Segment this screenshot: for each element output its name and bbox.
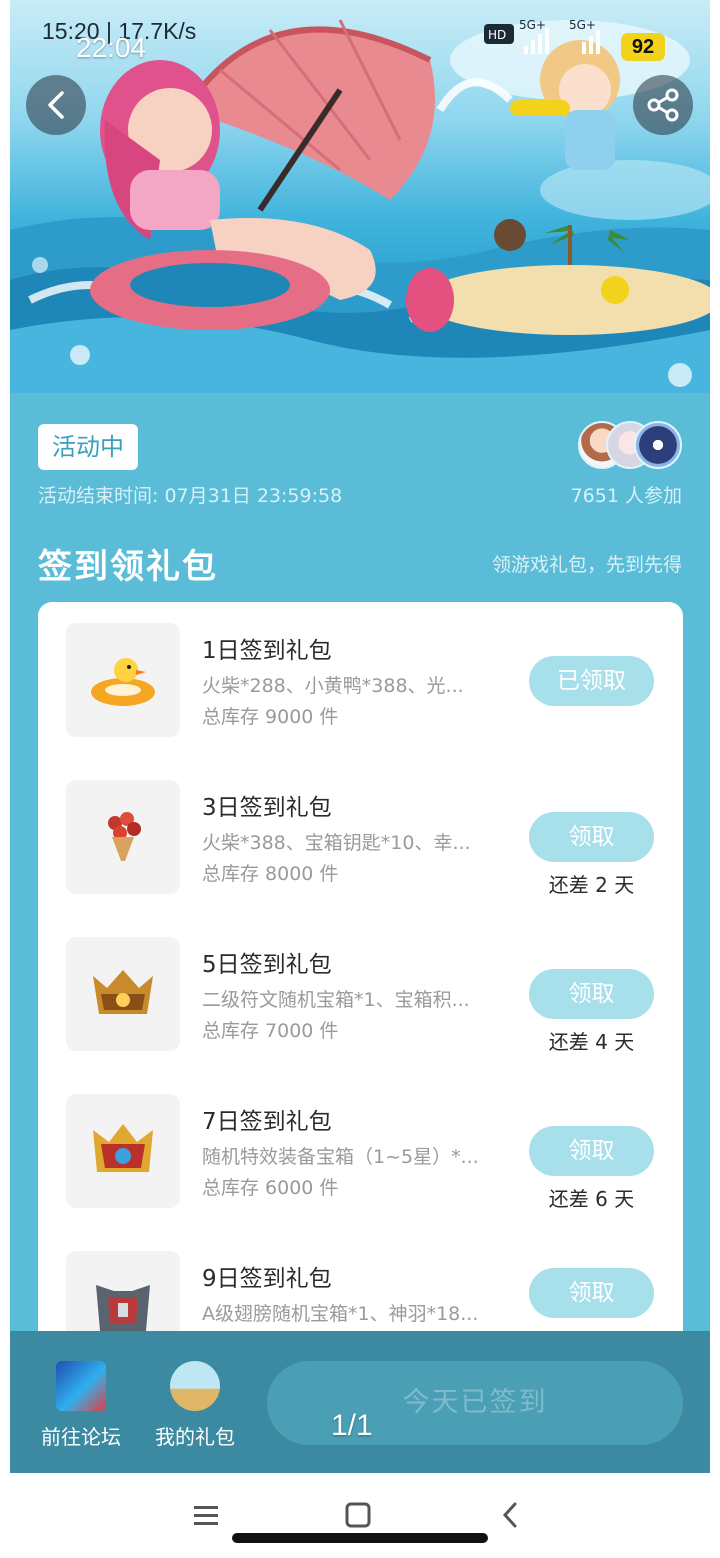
clock-overlay: 22:04 <box>76 32 147 63</box>
armor-chest-icon <box>96 1285 150 1331</box>
days-remaining: 还差 6 天 <box>548 1187 635 1211</box>
days-remaining: 还差 2 天 <box>548 873 635 897</box>
gift-thumbnail <box>66 780 180 894</box>
forum-label: 前往论坛 <box>41 1425 121 1449</box>
menu-icon <box>194 1506 218 1525</box>
section-title: 签到领礼包 <box>38 547 218 587</box>
system-nav-bar <box>0 1473 720 1558</box>
my-gifts-icon <box>170 1361 220 1411</box>
bouquet-icon <box>108 812 141 861</box>
gift-name: 7日签到礼包 <box>202 1109 332 1135</box>
claim-button[interactable]: 已领取 <box>529 656 654 706</box>
gift-name: 3日签到礼包 <box>202 795 332 821</box>
gift-item: 5日签到礼包 二级符文随机宝箱*1、宝箱积... 总库存 7000 件 领取 还… <box>38 937 683 1055</box>
gift-item: 3日签到礼包 火柴*388、宝箱钥匙*10、幸... 总库存 8000 件 领取… <box>38 780 683 898</box>
event-end-time: 活动结束时间: 07月31日 23:59:58 <box>38 485 343 507</box>
claim-button[interactable]: 领取 <box>529 1126 654 1176</box>
gift-stock: 总库存 8000 件 <box>202 863 339 885</box>
gift-stock: 总库存 9000 件 <box>202 706 339 728</box>
gift-description: 火柴*288、小黄鸭*388、光... <box>202 675 464 697</box>
my-gifts-link[interactable]: 我的礼包 <box>145 1361 245 1450</box>
home-button[interactable] <box>338 1497 378 1533</box>
share-button[interactable] <box>633 75 693 135</box>
golden-crown-icon <box>93 970 153 1014</box>
nav-back-icon <box>502 1502 517 1528</box>
page-indicator: 1/1 <box>331 1409 373 1442</box>
gift-item: 9日签到礼包 A级翅膀随机宝箱*1、神羽*18... 领取 <box>38 1251 683 1338</box>
back-arrow-icon <box>48 91 64 119</box>
gift-name: 9日签到礼包 <box>202 1266 332 1292</box>
claim-button[interactable]: 领取 <box>529 1268 654 1318</box>
battery-indicator: 92 <box>621 33 665 61</box>
gift-item: 7日签到礼包 随机特效装备宝箱（1~5星）*... 总库存 6000 件 领取 … <box>38 1094 683 1212</box>
section-subtitle: 领游戏礼包，先到先得 <box>491 554 682 576</box>
avatar <box>634 421 682 469</box>
gift-description: 随机特效装备宝箱（1~5星）*... <box>202 1146 479 1168</box>
participant-count: 7651 人参加 <box>570 485 682 507</box>
gift-description: 火柴*388、宝箱钥匙*10、幸... <box>202 832 471 854</box>
claim-button[interactable]: 领取 <box>529 812 654 862</box>
red-gold-crest-icon <box>93 1124 153 1172</box>
home-square-icon <box>345 1502 371 1528</box>
bottom-action-bar: 前往论坛 我的礼包 今天已签到 <box>10 1331 710 1473</box>
gift-name: 5日签到礼包 <box>202 952 332 978</box>
main-content: 活动中 活动结束时间: 07月31日 23:59:58 7651 人参加 签到领… <box>10 393 710 1338</box>
gift-thumbnail <box>66 1251 180 1338</box>
days-remaining: 还差 4 天 <box>548 1030 635 1054</box>
forum-icon <box>56 1361 106 1411</box>
forum-link[interactable]: 前往论坛 <box>31 1361 131 1450</box>
participant-avatars[interactable] <box>578 421 682 469</box>
back-button[interactable] <box>26 75 86 135</box>
share-icon <box>647 88 679 122</box>
home-indicator[interactable] <box>232 1533 488 1543</box>
menu-button[interactable] <box>186 1497 226 1533</box>
nav-back-button[interactable] <box>490 1497 530 1533</box>
gift-thumbnail <box>66 1094 180 1208</box>
gift-name: 1日签到礼包 <box>202 638 332 664</box>
gift-stock: 总库存 6000 件 <box>202 1177 339 1199</box>
gift-thumbnail <box>66 623 180 737</box>
gift-list: 1日签到礼包 火柴*288、小黄鸭*388、光... 总库存 9000 件 已领… <box>38 602 683 1338</box>
status-bar: 15:20 | 17.7K/s 22:04 HD 5G+ 5G+ 92 <box>0 0 720 63</box>
signed-in-today-button[interactable]: 今天已签到 <box>267 1361 683 1445</box>
gift-stock: 总库存 7000 件 <box>202 1020 339 1042</box>
gift-thumbnail <box>66 937 180 1051</box>
gift-item: 1日签到礼包 火柴*288、小黄鸭*388、光... 总库存 9000 件 已领… <box>38 623 683 741</box>
svg-text:HD: HD <box>488 28 506 42</box>
claim-button[interactable]: 领取 <box>529 969 654 1019</box>
my-gifts-label: 我的礼包 <box>155 1425 235 1449</box>
event-status-badge: 活动中 <box>38 424 138 470</box>
gift-description: A级翅膀随机宝箱*1、神羽*18... <box>202 1303 479 1325</box>
network-label-2: 5G+ <box>569 18 596 32</box>
network-label-1: 5G+ <box>519 18 546 32</box>
duck-float-icon <box>91 658 155 706</box>
gift-description: 二级符文随机宝箱*1、宝箱积... <box>202 989 470 1011</box>
